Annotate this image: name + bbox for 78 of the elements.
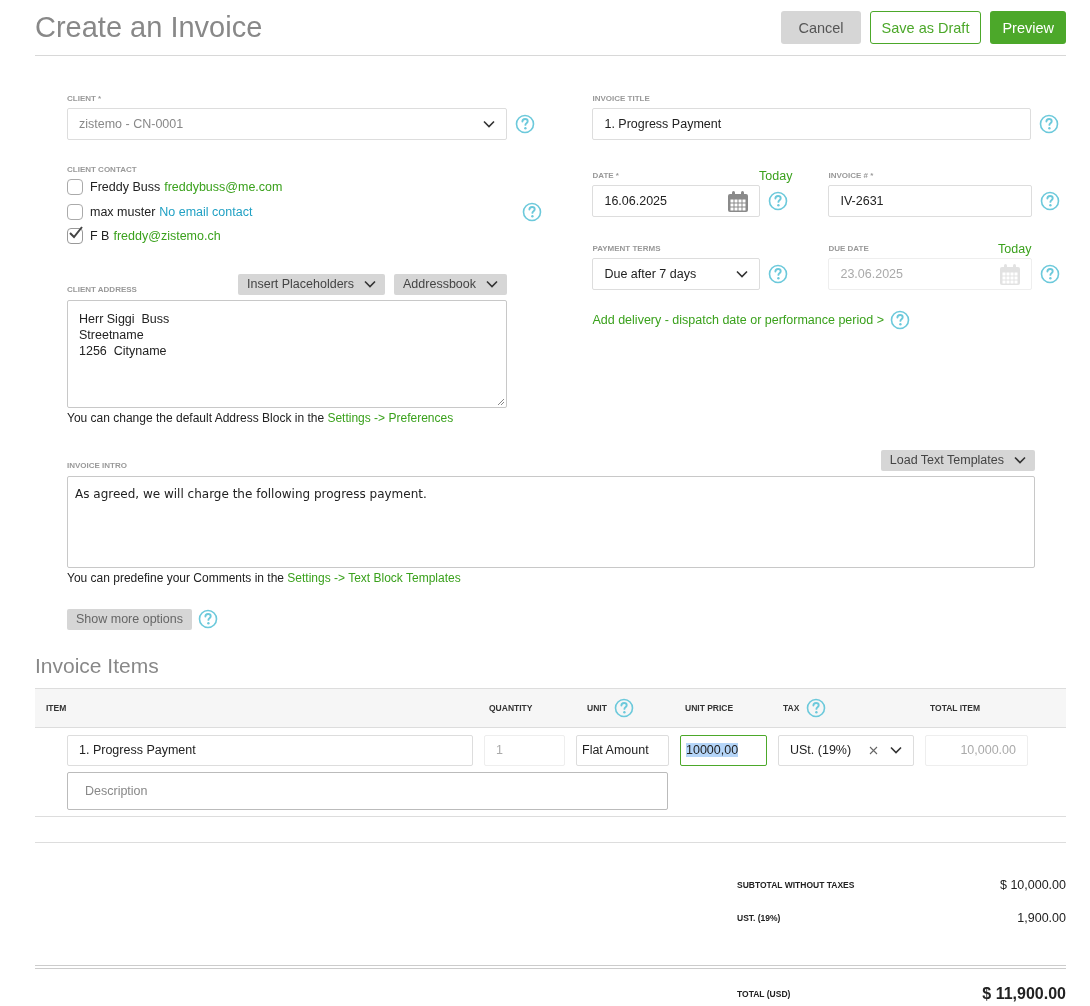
grand-total-value: $ 11,900.00: [982, 985, 1066, 1003]
contact-email: freddybuss@me.com: [164, 180, 283, 195]
intro-hint: You can predefine your Comments in the Settings -> Text Block Templates: [67, 570, 462, 585]
help-icon[interactable]: [889, 310, 910, 330]
address-textarea[interactable]: Herr Siggi Buss Streetname 1256 Cityname: [67, 299, 507, 408]
client-select[interactable]: zistemo - CN-0001: [67, 108, 507, 140]
unit-field[interactable]: Flat Amount: [576, 734, 669, 766]
field-label: INVOICE # *: [828, 171, 874, 181]
total-value: 1,900.00: [1017, 911, 1066, 925]
checkbox[interactable]: [67, 179, 83, 196]
date-field[interactable]: 16.06.2025: [592, 185, 761, 217]
description-field[interactable]: Description: [67, 771, 668, 810]
address-hint: You can change the default Address Block in the Settings -> Preferences: [67, 410, 455, 425]
checkbox[interactable]: [67, 203, 83, 220]
help-icon[interactable]: [198, 609, 218, 629]
column-header: ITEM: [46, 702, 67, 713]
help-icon[interactable]: [1040, 191, 1061, 211]
grand-total-label: TOTAL (USD): [737, 989, 791, 999]
chevron-down-icon: [1014, 456, 1026, 464]
column-header: UNIT PRICE: [685, 702, 734, 713]
unit-price-field[interactable]: 10000,00: [680, 734, 767, 766]
address-line: Herr Siggi Buss: [79, 310, 171, 327]
field-label: INVOICE TITLE: [592, 94, 651, 104]
total-field: 10,000.00: [925, 734, 1028, 766]
clear-icon[interactable]: [869, 745, 878, 755]
item-name-field[interactable]: 1. Progress Payment: [67, 734, 473, 766]
section-title: Invoice Items: [35, 653, 160, 678]
resize-grip-icon[interactable]: [497, 397, 504, 405]
contact-name: F B: [90, 229, 110, 244]
column-header: UNIT: [587, 702, 607, 713]
contact-email: freddy@zistemo.ch: [113, 229, 221, 244]
settings-link[interactable]: Settings -> Text Block Templates: [287, 570, 461, 585]
total-label: SUBTOTAL WITHOUT TAXES: [737, 880, 855, 890]
chevron-down-icon: [483, 120, 495, 128]
help-icon[interactable]: [522, 201, 542, 222]
show-more-options-button[interactable]: Show more options: [67, 608, 192, 630]
help-icon[interactable]: [515, 114, 535, 134]
chevron-down-icon: [486, 280, 498, 288]
field-label: DUE DATE: [828, 244, 869, 254]
help-icon[interactable]: [613, 697, 634, 718]
field-label: CLIENT *: [67, 94, 103, 104]
field-label: INVOICE INTRO: [67, 460, 127, 471]
chevron-down-icon: [736, 270, 749, 278]
help-icon[interactable]: [806, 697, 827, 718]
settings-link[interactable]: Settings -> Preferences: [327, 410, 454, 425]
total-label: UST. (19%): [737, 913, 781, 923]
address-line: Streetname: [79, 326, 145, 343]
chevron-down-icon: [364, 280, 377, 288]
checkbox[interactable]: [67, 228, 83, 245]
contact-name: Freddy Buss: [90, 180, 161, 195]
page-title: Create an Invoice: [35, 11, 263, 44]
load-templates-button[interactable]: Load Text Templates: [880, 449, 1035, 471]
help-icon[interactable]: [768, 264, 789, 284]
field-label: DATE *: [592, 171, 619, 181]
tax-select[interactable]: USt. (19%): [778, 734, 914, 766]
field-label: PAYMENT TERMS: [592, 244, 661, 254]
calendar-icon[interactable]: [728, 190, 749, 212]
chevron-down-icon: [890, 746, 902, 754]
field-label: CLIENT CONTACT: [67, 165, 138, 175]
field-label: CLIENT ADDRESS: [67, 284, 137, 295]
contact-name: max muster: [90, 204, 156, 219]
total-value: $ 10,000.00: [999, 878, 1066, 892]
help-icon[interactable]: [768, 191, 789, 211]
column-header: QUANTITY: [489, 702, 533, 713]
add-delivery-link[interactable]: Add delivery - dispatch date or performance period >: [592, 313, 884, 327]
dropdown-button[interactable]: Insert Placeholders: [238, 273, 386, 295]
invoice-number-field[interactable]: IV-2631: [828, 185, 1033, 217]
invoice-title-field[interactable]: 1. Progress Payment: [592, 108, 1032, 140]
column-header: TOTAL ITEM: [930, 702, 981, 713]
cancel-button[interactable]: Cancel: [781, 11, 861, 44]
column-header: TAX: [783, 702, 800, 713]
help-icon[interactable]: [1039, 114, 1060, 134]
address-line: 1256 Cityname: [79, 342, 168, 359]
no-email-note: No email contact: [159, 204, 253, 219]
intro-textarea[interactable]: As agreed, we will charge the following progress payment.: [67, 475, 1035, 568]
help-icon[interactable]: [1040, 264, 1061, 284]
payment-terms-select[interactable]: Due after 7 days: [592, 258, 761, 290]
dropdown-button[interactable]: Addressbook: [394, 273, 507, 295]
